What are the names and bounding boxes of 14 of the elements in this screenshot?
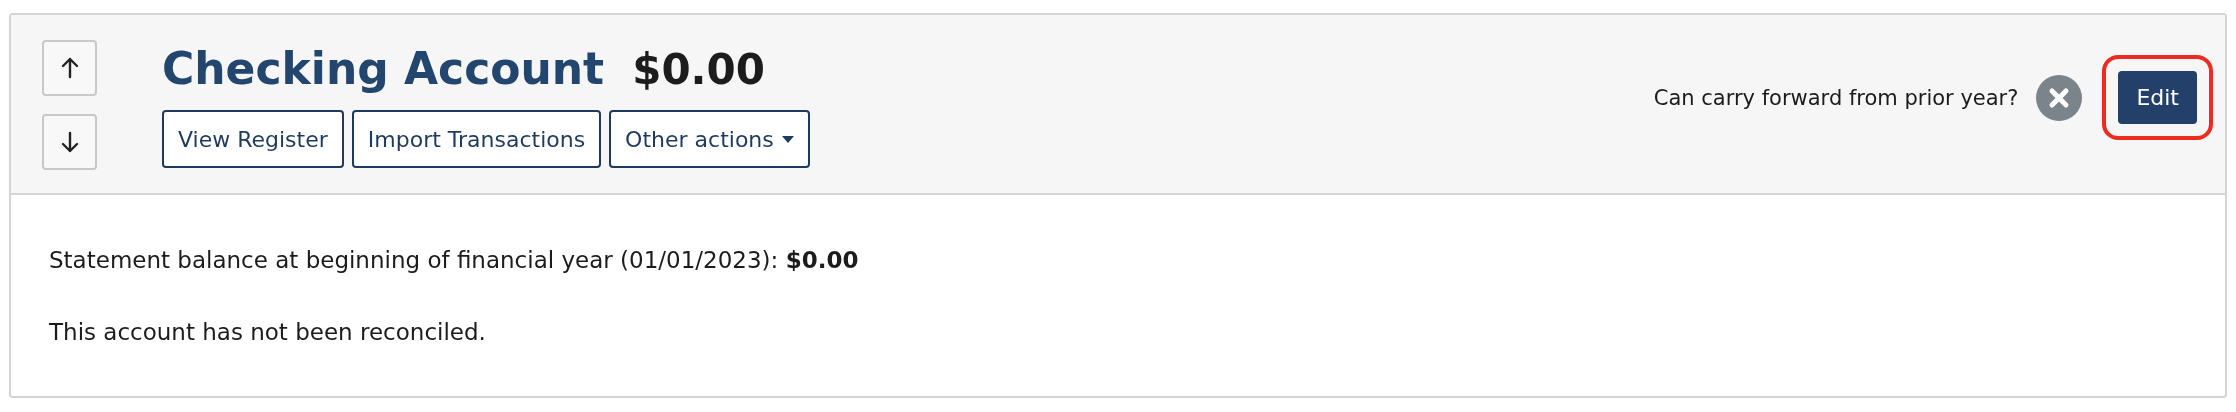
action-button[interactable]: Import Transactions (351, 110, 602, 168)
detail-text: This account has not been reconciled. (49, 319, 487, 345)
dropdown-button[interactable]: Other actions (609, 110, 810, 168)
up-arrow-icon (60, 57, 79, 79)
detail-text: Statement balance at beginning of financial year (01/01/2023): $0.00 (49, 247, 860, 273)
carry-forward-label: Can carry forward from prior year? (1653, 85, 2019, 110)
move-down-button[interactable] (42, 114, 97, 170)
move-up-button[interactable] (42, 40, 97, 96)
down-arrow-icon (60, 131, 79, 153)
caret-icon (781, 135, 794, 143)
account-name: Checking Account (162, 43, 605, 94)
edit-button[interactable]: Edit (2118, 71, 2197, 124)
action-button[interactable]: View Register (162, 110, 344, 168)
account-balance: $0.00 (632, 45, 765, 94)
